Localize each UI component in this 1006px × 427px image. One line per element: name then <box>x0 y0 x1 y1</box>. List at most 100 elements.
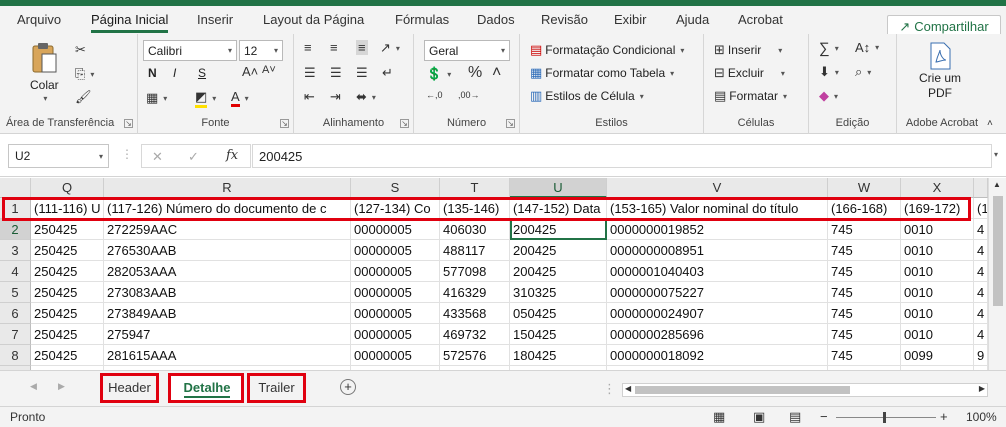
expand-icon[interactable]: ↘ <box>124 119 133 128</box>
grid-cell[interactable]: 00000005 <box>351 282 440 303</box>
grid-cell[interactable]: 0010 <box>901 240 974 261</box>
page-break-icon[interactable]: ▤ <box>789 409 801 425</box>
grid-cell[interactable]: 250425 <box>31 345 104 366</box>
grid-cell[interactable]: 0000000018092 <box>607 345 828 366</box>
zoom-slider[interactable] <box>836 417 936 418</box>
underline-button[interactable]: S <box>198 66 206 80</box>
align-right-button[interactable]: ☰ <box>356 65 368 81</box>
name-box[interactable]: U2 ▾ <box>8 144 109 168</box>
align-top-button[interactable]: ≡ <box>304 40 312 55</box>
grid-cell[interactable]: 0010 <box>901 261 974 282</box>
grid-cell[interactable]: 488117 <box>440 240 510 261</box>
vertical-scrollbar[interactable]: ▲ <box>988 178 1006 370</box>
italic-button[interactable]: I <box>173 66 176 80</box>
column-header[interactable]: R <box>104 178 351 198</box>
font-name-select[interactable]: Calibri ▾ <box>143 40 237 61</box>
column-header[interactable]: T <box>440 178 510 198</box>
column-header[interactable]: V <box>607 178 828 198</box>
scroll-right-icon[interactable]: ▶ <box>979 384 985 393</box>
clear-button[interactable]: ◆ ▾ <box>819 88 838 104</box>
grid-cell[interactable]: 0000000024907 <box>607 303 828 324</box>
row-header[interactable]: 6 <box>0 303 31 324</box>
grid-cell[interactable]: 0000001040403 <box>607 261 828 282</box>
sheet-tab-header[interactable]: Header <box>101 375 158 403</box>
grid-cell[interactable]: (147-152) Data <box>510 198 607 219</box>
grow-font-button[interactable]: A˄ <box>242 64 258 79</box>
grid-cell[interactable]: 250425 <box>31 261 104 282</box>
grid-cell[interactable]: 745 <box>828 303 901 324</box>
grid-cell[interactable]: 150425 <box>510 324 607 345</box>
grid-cell[interactable]: 0010 <box>901 219 974 240</box>
tab-exibir[interactable]: Exibir <box>614 12 647 27</box>
check-icon[interactable]: ✓ <box>188 149 199 165</box>
expand-icon[interactable]: ↘ <box>280 119 289 128</box>
grid-cell[interactable]: 272259AAC <box>104 219 351 240</box>
grid-cell[interactable]: 745 <box>828 219 901 240</box>
grid-cell[interactable]: 281615AAA <box>104 345 351 366</box>
grid-cell[interactable]: 250425 <box>31 324 104 345</box>
grid-cell[interactable]: 250425 <box>31 240 104 261</box>
column-header[interactable] <box>974 178 988 198</box>
tab-arquivo[interactable]: Arquivo <box>17 12 61 27</box>
expand-icon[interactable]: ↘ <box>400 119 409 128</box>
grid-cell[interactable]: 200425 <box>510 240 607 261</box>
grid-cell[interactable]: 745 <box>828 261 901 282</box>
grid-cell[interactable]: 0000000008951 <box>607 240 828 261</box>
grid-cell[interactable]: 00000005 <box>351 345 440 366</box>
copy-button[interactable]: ⎘ ▾ <box>75 66 94 82</box>
grid-cell[interactable]: 745 <box>828 282 901 303</box>
grid-cell[interactable]: 745 <box>828 324 901 345</box>
grid-cell[interactable]: 250425 <box>31 303 104 324</box>
formula-input[interactable]: 200425 <box>252 144 992 168</box>
create-pdf-button[interactable]: Crie um PDF <box>915 42 965 101</box>
grid-cell[interactable]: 0000000019852 <box>607 219 828 240</box>
grid-cell[interactable]: 0000000285696 <box>607 324 828 345</box>
row-header[interactable]: 5 <box>0 282 31 303</box>
insert-cells-button[interactable]: ⊞ Inserir ▾ <box>714 42 782 58</box>
zoom-out-button[interactable]: − <box>820 409 828 424</box>
grid-cell[interactable]: 4 <box>974 324 988 345</box>
tab-formulas[interactable]: Fórmulas <box>395 12 449 27</box>
grid-cell[interactable]: 282053AAA <box>104 261 351 282</box>
expand-icon[interactable]: ↘ <box>506 119 515 128</box>
grid-cell[interactable]: 273083AAB <box>104 282 351 303</box>
grid-cell[interactable]: 180425 <box>510 345 607 366</box>
grid-cell[interactable]: 250425 <box>31 282 104 303</box>
add-sheet-button[interactable]: + <box>340 379 356 395</box>
grid-cell[interactable]: 310325 <box>510 282 607 303</box>
next-sheet-icon[interactable]: ▶ <box>58 381 65 392</box>
grid-cell[interactable]: (111-116) U <box>31 198 104 219</box>
grid-cell[interactable]: 416329 <box>440 282 510 303</box>
align-bottom-button[interactable]: ≡ <box>356 40 368 55</box>
grid-cell[interactable]: 745 <box>828 240 901 261</box>
grid-cell[interactable]: 00000005 <box>351 261 440 282</box>
row-header[interactable]: 8 <box>0 345 31 366</box>
grid-cell[interactable]: 4 <box>974 282 988 303</box>
collapse-ribbon-button[interactable]: ˄ <box>987 118 993 129</box>
worksheet-grid[interactable]: Q R S T U V W X 1 (111-116) U (117-126) Nú… <box>0 178 1006 370</box>
grid-cell[interactable]: 250425 <box>31 219 104 240</box>
prev-sheet-icon[interactable]: ◀ <box>30 381 37 392</box>
grid-cell[interactable]: (169-172) <box>901 198 974 219</box>
tab-ajuda[interactable]: Ajuda <box>676 12 709 27</box>
scroll-left-icon[interactable]: ◀ <box>625 384 631 393</box>
shrink-font-button[interactable]: A˅ <box>262 64 276 76</box>
grid-cell[interactable]: 276530AAB <box>104 240 351 261</box>
tab-pagina-inicial[interactable]: Página Inicial <box>91 12 169 33</box>
grid-cell[interactable]: (117-126) Número do documento de c <box>104 198 351 219</box>
column-header[interactable]: Q <box>31 178 104 198</box>
format-as-table-button[interactable]: ▦ Formatar como Tabela ▾ <box>530 65 674 81</box>
grid-cell[interactable]: 9 <box>974 345 988 366</box>
tab-inserir[interactable]: Inserir <box>197 12 233 27</box>
sheet-tab-detalhe[interactable]: Detalhe <box>171 375 243 403</box>
fill-button[interactable]: ⬇ ▾ <box>819 64 839 80</box>
tab-layout[interactable]: Layout da Página <box>263 12 364 27</box>
grid-cell[interactable]: (127-134) Co <box>351 198 440 219</box>
grid-cell[interactable]: 433568 <box>440 303 510 324</box>
find-select-button[interactable]: ⌕ ▾ <box>855 64 871 80</box>
sheet-tab-trailer[interactable]: Trailer <box>249 375 304 403</box>
scroll-up-icon[interactable]: ▲ <box>993 180 1001 189</box>
cut-button[interactable]: ✂ <box>75 42 86 58</box>
increase-decimal-button[interactable]: ←,0 <box>426 90 443 100</box>
grid-cell[interactable]: 275947 <box>104 324 351 345</box>
